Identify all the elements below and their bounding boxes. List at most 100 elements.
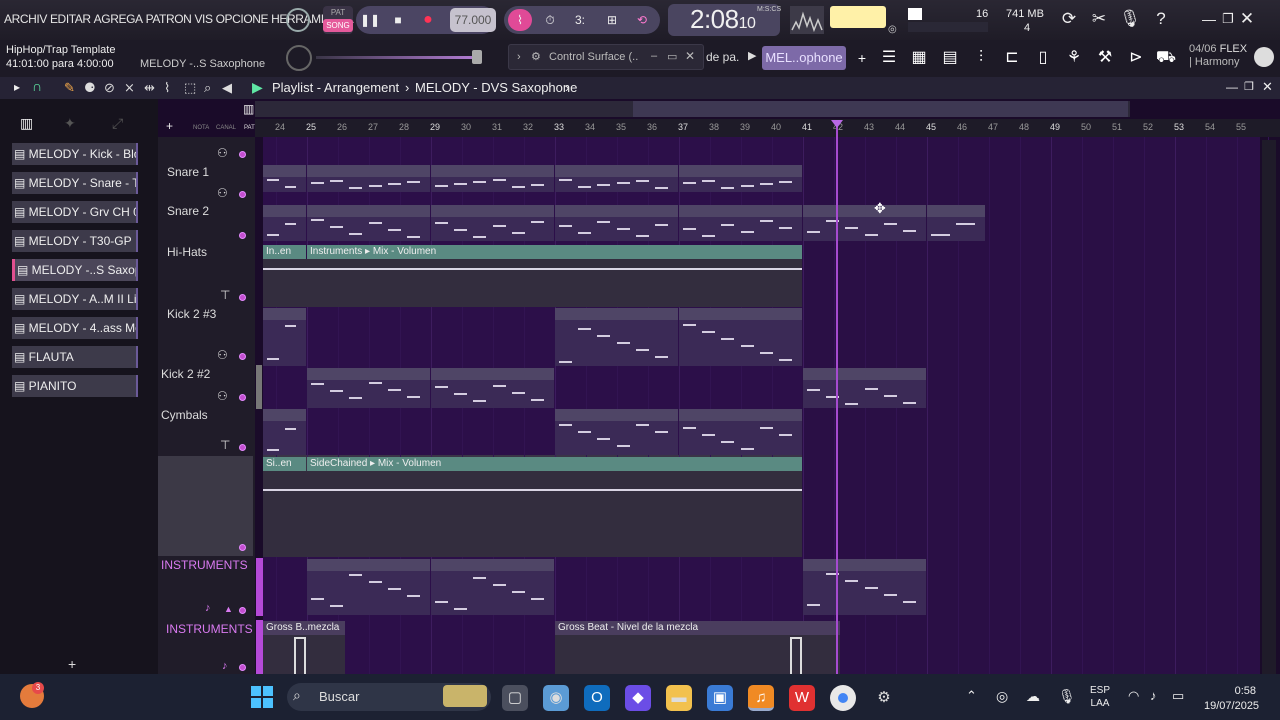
pattern-clip[interactable]: MELODY - Grv CH 02 bbox=[431, 165, 554, 192]
chrome-icon[interactable] bbox=[830, 685, 856, 711]
menu-patron[interactable]: PATRON bbox=[146, 12, 192, 26]
play-pattern-icon[interactable]: ▶ bbox=[748, 49, 756, 62]
magnet-icon[interactable]: ∩ bbox=[32, 78, 42, 94]
pattern-clip[interactable]: MELODY - Am..M II Lite_2 bbox=[679, 308, 802, 366]
step-edit-icon[interactable]: ⊞ bbox=[600, 9, 624, 31]
play-arrow-icon[interactable]: ▸ bbox=[14, 80, 20, 94]
undo-history-icon[interactable]: ⟳ bbox=[1056, 6, 1082, 32]
pattern-item-grv[interactable]: ▤ MELODY - Grv CH 02 bbox=[12, 201, 138, 223]
winrar-icon[interactable]: W bbox=[789, 685, 815, 711]
pattern-clip[interactable]: MELODY - T30-GP bbox=[679, 205, 802, 241]
pattern-item-snare[interactable]: ▤ MELODY - Snare - Tokyo bbox=[12, 172, 138, 194]
copilot-app-icon[interactable]: ◆ bbox=[625, 685, 651, 711]
pattern-clip[interactable]: FLAUTA bbox=[555, 409, 678, 455]
close-icon[interactable]: ✕ bbox=[1234, 6, 1260, 32]
pat-song-toggle[interactable]: PAT SONG bbox=[323, 6, 353, 34]
automation-clip[interactable]: Si..en bbox=[263, 457, 306, 471]
volume-icon[interactable]: ♪ bbox=[1150, 688, 1157, 703]
master-pitch-slider[interactable] bbox=[316, 56, 482, 59]
menu-editar[interactable]: EDITAR bbox=[50, 12, 91, 26]
track-name[interactable]: INSTRUMENTS bbox=[161, 558, 248, 572]
pattern-selector[interactable]: MEL..ophone bbox=[762, 46, 846, 70]
tempo-display[interactable]: 77.000 bbox=[450, 8, 496, 32]
tempo-tap-icon[interactable]: ⚒ bbox=[1091, 44, 1119, 72]
pattern-clip[interactable]: MELODY - 4F..ass Module bbox=[431, 368, 554, 408]
pattern-clip[interactable]: MELODY - DVS Saxophone bbox=[431, 205, 554, 241]
song-overview[interactable] bbox=[255, 101, 1130, 117]
wifi-icon[interactable]: ◠ bbox=[1128, 688, 1139, 704]
loop-record-icon[interactable]: ⟲ bbox=[630, 9, 654, 31]
add-track-icon[interactable]: + bbox=[166, 119, 173, 133]
fl-studio-icon[interactable]: ♫ bbox=[748, 685, 774, 711]
pattern-clip[interactable]: MELODY - DVS Saxophone bbox=[307, 205, 430, 241]
track-name[interactable]: Kick 2 #3 bbox=[167, 307, 216, 321]
playhead[interactable] bbox=[836, 122, 838, 674]
pattern-item-pianito[interactable]: ▤ PIANITO bbox=[12, 375, 138, 397]
control-surface-window[interactable]: › ⚙ Control Surface (.. – ▭ ✕ bbox=[508, 44, 704, 70]
automation-clip[interactable]: Gross B..mezcla bbox=[263, 621, 345, 635]
pattern-clip[interactable]: MELODY - 4F..ass Module bbox=[307, 368, 430, 408]
pattern-item-flauta[interactable]: ▤ FLAUTA bbox=[12, 346, 138, 368]
delete-icon[interactable]: ⊘ bbox=[104, 80, 115, 96]
pattern-clip[interactable]: FLAUTA bbox=[679, 409, 802, 455]
pitch-slider-handle[interactable] bbox=[472, 50, 482, 64]
playlist-icon[interactable]: ☰ bbox=[875, 44, 903, 72]
playlist-minimize-icon[interactable]: — bbox=[1226, 80, 1238, 94]
playlist-restore-icon[interactable]: ❐ bbox=[1244, 80, 1254, 93]
add-pattern-plus-icon[interactable]: + bbox=[68, 656, 76, 672]
tray-cloud-icon[interactable]: ☁ bbox=[1026, 688, 1040, 705]
pitch-knob[interactable] bbox=[286, 45, 312, 71]
track-mute-dot[interactable] bbox=[239, 151, 246, 158]
countdown-icon[interactable]: 3: bbox=[568, 9, 592, 31]
task-view-icon[interactable]: ▢ bbox=[502, 685, 528, 711]
track-mute-dot[interactable] bbox=[239, 444, 246, 451]
track-mute-dot[interactable] bbox=[239, 664, 246, 671]
playhead-marker[interactable] bbox=[831, 120, 843, 128]
automation-clip[interactable]: In..en bbox=[263, 245, 306, 259]
slip-icon[interactable]: ⇹ bbox=[144, 80, 155, 96]
arrangement-arrow-icon[interactable]: ▶ bbox=[252, 79, 263, 96]
pattern-clip[interactable]: PIANITO bbox=[431, 559, 554, 615]
snap-grid-icon[interactable]: ▥ bbox=[243, 102, 254, 116]
pattern-item-t30[interactable]: ▤ MELODY - T30-GP bbox=[12, 230, 138, 252]
mixer-icon[interactable]: ⫶ bbox=[967, 44, 995, 72]
track-name[interactable]: Snare 1 bbox=[167, 165, 209, 179]
language-indicator[interactable]: ESP LAA bbox=[1090, 684, 1110, 710]
pattern-clip[interactable]: MELODY - Grv CH 02 bbox=[555, 165, 678, 192]
tray-chevron-icon[interactable]: ⌃ bbox=[966, 688, 977, 704]
tray-mic-icon[interactable]: 🎙 bbox=[1058, 688, 1076, 705]
pattern-clip[interactable]: ME..P bbox=[263, 205, 306, 241]
track-mute-dot[interactable] bbox=[239, 394, 246, 401]
slice-icon[interactable]: ⌇ bbox=[164, 80, 170, 96]
flex-news-panel[interactable]: 04/06 FLEX | Harmony bbox=[1189, 43, 1247, 69]
pattern-clip[interactable]: ME..02 bbox=[263, 165, 306, 192]
pattern-clip[interactable]: ME..hone bbox=[927, 205, 985, 241]
track-scroll-handle[interactable] bbox=[256, 365, 262, 409]
microphone-icon[interactable]: 🎙 bbox=[1117, 6, 1143, 32]
track-mute-dot[interactable] bbox=[239, 191, 246, 198]
track-mute-dot[interactable] bbox=[239, 232, 246, 239]
pattern-item-bass-module[interactable]: ▤ MELODY - 4..ass Module bbox=[12, 317, 138, 339]
metronome-icon[interactable]: ⌇ bbox=[508, 9, 532, 31]
speaker-icon[interactable]: ⊳ bbox=[1122, 44, 1150, 72]
pattern-clip[interactable]: MELODY - DVS Saxophone bbox=[803, 205, 926, 241]
pattern-view-icon[interactable]: ▥ bbox=[20, 115, 33, 132]
automation-clip[interactable]: SideChained ▸ Mix - Volumen bbox=[307, 457, 802, 471]
pattern-item-saxophone[interactable]: ▤ MELODY -..S Saxophone bbox=[12, 259, 138, 281]
pattern-clip[interactable]: MELODY - Grv CH 02 bbox=[679, 165, 802, 192]
track-mute-dot[interactable] bbox=[239, 353, 246, 360]
pattern-clip[interactable]: ME..2 bbox=[263, 308, 306, 366]
automation-clip[interactable]: Gross Beat - Nivel de la mezcla bbox=[555, 621, 840, 635]
menu-archivo[interactable]: ARCHIV bbox=[4, 12, 47, 26]
close-icon[interactable]: ✕ bbox=[685, 49, 695, 63]
track-mute-dot[interactable] bbox=[239, 544, 246, 551]
automation-clip[interactable]: Instruments ▸ Mix - Volumen bbox=[307, 245, 802, 259]
track-mute-dot[interactable] bbox=[239, 294, 246, 301]
taskbar-clock[interactable]: 0:58 19/07/2025 bbox=[1204, 684, 1259, 714]
plugin-icon[interactable]: ⚘ bbox=[1060, 44, 1088, 72]
automation-view-icon[interactable]: ⤢ bbox=[112, 115, 123, 132]
help-icon[interactable]: ? bbox=[1148, 6, 1174, 32]
piano-roll-icon[interactable]: ▦ bbox=[905, 44, 933, 72]
channel-rack-icon[interactable]: ▤ bbox=[936, 44, 964, 72]
battery-icon[interactable]: ▭ bbox=[1172, 688, 1184, 704]
